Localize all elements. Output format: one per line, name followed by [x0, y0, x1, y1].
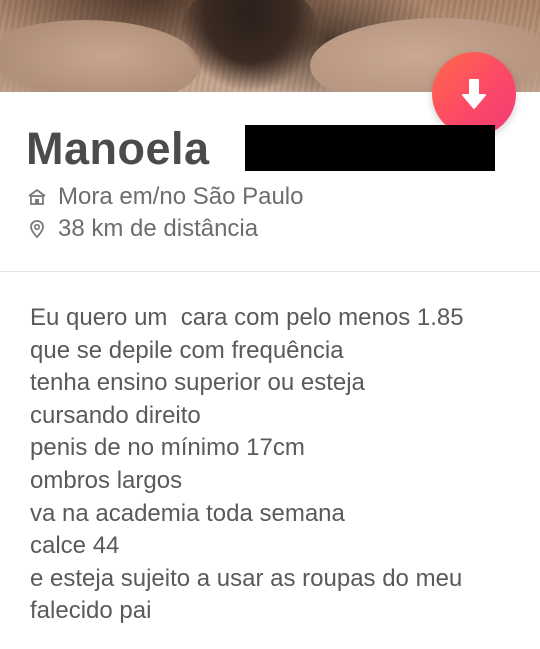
bio-section: Eu quero um cara com pelo menos 1.85 que…	[30, 302, 530, 628]
bio-line: falecido pai	[30, 597, 152, 625]
location-pin-icon	[26, 218, 48, 240]
bio-line: calce 44	[30, 532, 120, 560]
distance-text: 38 km de distância	[58, 215, 259, 242]
collapse-profile-button[interactable]	[432, 52, 516, 136]
distance-row: 38 km de distância	[26, 214, 258, 244]
residence-text: Mora em/no São Paulo	[58, 183, 304, 210]
photo-hair	[180, 0, 320, 90]
bio-line: cursando direito	[30, 401, 201, 429]
bio-line: e esteja sujeito a usar as roupas do meu	[30, 564, 463, 592]
photo-sweater-left	[0, 20, 200, 92]
bio-line: va na academia toda semana	[30, 499, 345, 527]
name-row: Manoela	[26, 118, 210, 180]
profile-name: Manoela	[26, 123, 210, 174]
arrow-down-icon	[462, 79, 486, 109]
bio-line: tenha ensino superior ou esteja	[30, 369, 365, 397]
bio-line: que se depile com frequência	[30, 336, 344, 364]
bio-line: ombros largos	[30, 466, 183, 494]
section-divider	[0, 271, 540, 272]
home-icon	[26, 186, 48, 208]
residence-row: Mora em/no São Paulo	[26, 182, 303, 212]
bio-line: Eu quero um cara com pelo menos 1.85	[30, 304, 464, 331]
redaction-bar	[245, 125, 495, 171]
bio-line: penis de no mínimo 17cm	[30, 434, 305, 462]
